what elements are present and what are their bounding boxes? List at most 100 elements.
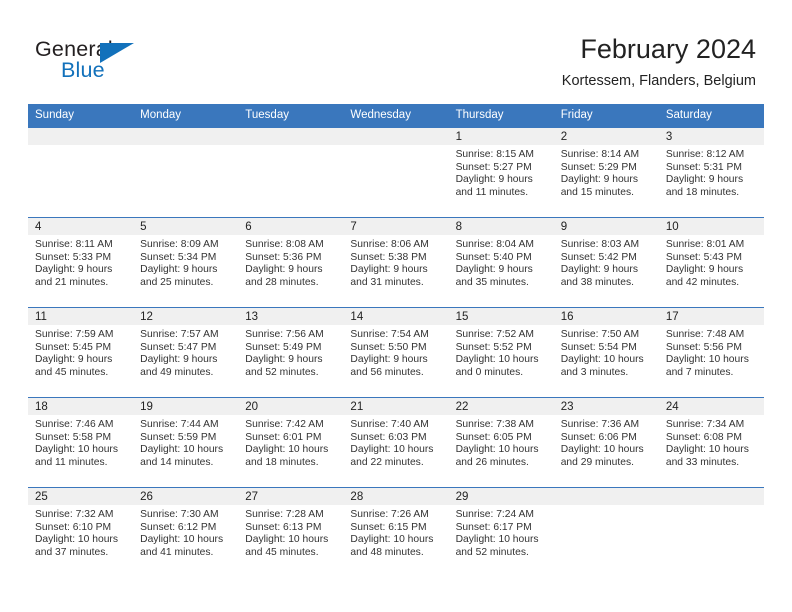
day-cell-inner: 29 Sunrise: 7:24 AM Sunset: 6:17 PM Dayligh…: [448, 488, 554, 577]
calendar-day-cell[interactable]: 22 Sunrise: 7:38 AM Sunset: 6:05 PM Dayligh…: [448, 397, 554, 488]
day-detail-line: Daylight: 9 hours: [665, 264, 744, 276]
calendar-day-cell[interactable]: 7 Sunrise: 8:06 AM Sunset: 5:38 PM Daylight…: [343, 217, 449, 308]
day-detail-line: Sunset: 6:10 PM: [35, 521, 112, 533]
day-detail-lines: [28, 145, 133, 149]
day-number: [658, 488, 764, 505]
day-detail-line: Sunset: 5:54 PM: [560, 341, 637, 353]
day-detail-lines: Sunrise: 7:44 AM Sunset: 5:59 PM Daylight:…: [133, 415, 238, 469]
day-detail-line: Sunrise: 7:52 AM: [455, 329, 534, 340]
calendar-day-cell[interactable]: 21 Sunrise: 7:40 AM Sunset: 6:03 PM Dayligh…: [343, 397, 449, 488]
calendar-day-cell[interactable]: 20 Sunrise: 7:42 AM Sunset: 6:01 PM Dayligh…: [238, 397, 344, 488]
day-number: 18: [28, 398, 134, 415]
day-cell-inner: 25 Sunrise: 7:32 AM Sunset: 6:10 PM Dayligh…: [28, 488, 134, 577]
day-detail-line: Sunrise: 8:04 AM: [455, 239, 534, 250]
day-detail-line: Sunrise: 7:24 AM: [455, 509, 534, 520]
day-cell-inner: 6 Sunrise: 8:08 AM Sunset: 5:36 PM Daylight…: [238, 218, 344, 307]
day-detail-line: Sunrise: 8:03 AM: [560, 239, 640, 250]
day-detail-line: Sunset: 6:05 PM: [455, 431, 532, 443]
day-number: 4: [28, 218, 134, 235]
day-detail-lines: Sunrise: 7:48 AM Sunset: 5:56 PM Daylight:…: [659, 325, 764, 379]
calendar-day-cell[interactable]: 19 Sunrise: 7:44 AM Sunset: 5:59 PM Dayligh…: [133, 397, 239, 488]
day-cell-inner: [553, 488, 659, 577]
day-number: [133, 128, 239, 145]
day-detail-line: Sunset: 5:50 PM: [350, 341, 427, 353]
day-detail-line: Sunrise: 8:11 AM: [35, 239, 113, 250]
calendar-day-cell[interactable]: 23 Sunrise: 7:36 AM Sunset: 6:06 PM Dayligh…: [553, 397, 659, 488]
day-cell-inner: [238, 128, 344, 217]
calendar-day-cell[interactable]: 8 Sunrise: 8:04 AM Sunset: 5:40 PM Daylight…: [448, 217, 554, 308]
day-detail-line: Daylight: 10 hours: [245, 444, 329, 456]
day-detail-line: and 41 minutes.: [140, 546, 214, 558]
day-detail-line: and 25 minutes.: [140, 276, 214, 288]
day-number: 25: [28, 488, 134, 505]
day-cell-inner: 15 Sunrise: 7:52 AM Sunset: 5:52 PM Dayligh…: [448, 308, 554, 397]
day-detail-lines: [554, 505, 659, 509]
day-detail-line: Daylight: 9 hours: [455, 174, 533, 186]
day-detail-line: and 33 minutes.: [665, 456, 740, 468]
calendar-day-cell[interactable]: 28 Sunrise: 7:26 AM Sunset: 6:15 PM Dayligh…: [343, 487, 449, 577]
day-detail-line: Sunset: 6:08 PM: [665, 431, 742, 443]
day-detail-line: Sunrise: 8:15 AM: [455, 149, 534, 160]
calendar-day-cell[interactable]: 29 Sunrise: 7:24 AM Sunset: 6:17 PM Dayligh…: [448, 487, 554, 577]
day-detail-line: Daylight: 9 hours: [455, 264, 533, 276]
day-detail-line: Sunset: 5:36 PM: [245, 251, 322, 263]
calendar-day-cell[interactable]: 2 Sunrise: 8:14 AM Sunset: 5:29 PM Daylight…: [553, 128, 659, 218]
day-detail-line: Sunset: 6:06 PM: [560, 431, 637, 443]
triangle-icon: [100, 43, 134, 63]
calendar-day-cell[interactable]: 25 Sunrise: 7:32 AM Sunset: 6:10 PM Dayligh…: [28, 487, 134, 577]
calendar-day-cell[interactable]: 18 Sunrise: 7:46 AM Sunset: 5:58 PM Dayligh…: [28, 397, 134, 488]
day-detail-line: Sunset: 5:34 PM: [140, 251, 217, 263]
calendar-day-cell[interactable]: 26 Sunrise: 7:30 AM Sunset: 6:12 PM Dayligh…: [133, 487, 239, 577]
calendar-day-cell[interactable]: 17 Sunrise: 7:48 AM Sunset: 5:56 PM Dayligh…: [658, 307, 764, 398]
day-detail-lines: Sunrise: 7:50 AM Sunset: 5:54 PM Daylight:…: [554, 325, 659, 379]
day-detail-lines: Sunrise: 7:46 AM Sunset: 5:58 PM Daylight:…: [28, 415, 133, 469]
day-number: 8: [448, 218, 554, 235]
day-detail-line: Daylight: 10 hours: [140, 534, 224, 546]
day-detail-line: Sunset: 6:01 PM: [245, 431, 322, 443]
day-detail-line: Sunrise: 7:42 AM: [245, 419, 324, 430]
calendar-day-cell[interactable]: 13 Sunrise: 7:56 AM Sunset: 5:49 PM Dayligh…: [238, 307, 344, 398]
day-cell-inner: 28 Sunrise: 7:26 AM Sunset: 6:15 PM Dayligh…: [343, 488, 449, 577]
calendar-day-cell[interactable]: 10 Sunrise: 8:01 AM Sunset: 5:43 PM Dayligh…: [658, 217, 764, 308]
calendar-day-cell[interactable]: 27 Sunrise: 7:28 AM Sunset: 6:13 PM Dayligh…: [238, 487, 344, 577]
day-detail-line: Sunrise: 7:26 AM: [350, 509, 429, 520]
day-number: 14: [343, 308, 449, 325]
day-detail-line: and 56 minutes.: [350, 366, 424, 378]
calendar-day-cell[interactable]: 24 Sunrise: 7:34 AM Sunset: 6:08 PM Dayligh…: [658, 397, 764, 488]
day-detail-line: and 0 minutes.: [455, 366, 524, 378]
day-detail-line: and 11 minutes.: [35, 456, 108, 468]
day-detail-line: Daylight: 10 hours: [350, 444, 434, 456]
day-number: 1: [448, 128, 554, 145]
calendar-day-cell[interactable]: 15 Sunrise: 7:52 AM Sunset: 5:52 PM Dayligh…: [448, 307, 554, 398]
day-cell-inner: 4 Sunrise: 8:11 AM Sunset: 5:33 PM Daylight…: [28, 218, 134, 307]
day-detail-line: Sunset: 5:56 PM: [665, 341, 742, 353]
day-detail-lines: Sunrise: 7:52 AM Sunset: 5:52 PM Daylight:…: [449, 325, 554, 379]
weekday-header-thursday: Thursday: [448, 104, 554, 128]
calendar-day-cell[interactable]: 9 Sunrise: 8:03 AM Sunset: 5:42 PM Daylight…: [553, 217, 659, 308]
day-detail-line: and 48 minutes.: [350, 546, 424, 558]
calendar-day-cell[interactable]: 12 Sunrise: 7:57 AM Sunset: 5:47 PM Dayligh…: [133, 307, 239, 398]
day-cell-inner: 3 Sunrise: 8:12 AM Sunset: 5:31 PM Daylight…: [658, 128, 764, 217]
calendar-day-cell[interactable]: 1 Sunrise: 8:15 AM Sunset: 5:27 PM Daylight…: [448, 128, 554, 218]
day-detail-lines: Sunrise: 8:06 AM Sunset: 5:38 PM Daylight:…: [343, 235, 448, 289]
day-detail-line: Sunset: 5:47 PM: [140, 341, 217, 353]
day-detail-lines: Sunrise: 7:28 AM Sunset: 6:13 PM Daylight:…: [238, 505, 343, 559]
day-detail-line: Sunrise: 7:48 AM: [665, 329, 745, 340]
calendar-day-cell[interactable]: 3 Sunrise: 8:12 AM Sunset: 5:31 PM Daylight…: [658, 128, 764, 218]
day-detail-line: Sunset: 5:42 PM: [560, 251, 637, 263]
calendar-day-cell[interactable]: 11 Sunrise: 7:59 AM Sunset: 5:45 PM Dayligh…: [28, 307, 134, 398]
calendar-day-cell[interactable]: 16 Sunrise: 7:50 AM Sunset: 5:54 PM Dayligh…: [553, 307, 659, 398]
day-detail-line: and 26 minutes.: [455, 456, 529, 468]
day-detail-line: Sunrise: 8:01 AM: [665, 239, 745, 250]
calendar-day-cell[interactable]: 5 Sunrise: 8:09 AM Sunset: 5:34 PM Daylight…: [133, 217, 239, 308]
day-detail-line: Daylight: 10 hours: [665, 354, 749, 366]
calendar-day-cell[interactable]: 6 Sunrise: 8:08 AM Sunset: 5:36 PM Daylight…: [238, 217, 344, 308]
day-number: 23: [553, 398, 659, 415]
calendar-day-cell[interactable]: 4 Sunrise: 8:11 AM Sunset: 5:33 PM Daylight…: [28, 217, 134, 308]
day-detail-lines: [133, 145, 238, 149]
day-detail-line: Sunrise: 8:14 AM: [560, 149, 640, 160]
calendar-week-row: 25 Sunrise: 7:32 AM Sunset: 6:10 PM Dayligh…: [28, 487, 764, 577]
day-detail-line: Sunset: 6:03 PM: [350, 431, 427, 443]
calendar-day-cell[interactable]: 14 Sunrise: 7:54 AM Sunset: 5:50 PM Dayligh…: [343, 307, 449, 398]
day-number: [238, 128, 344, 145]
